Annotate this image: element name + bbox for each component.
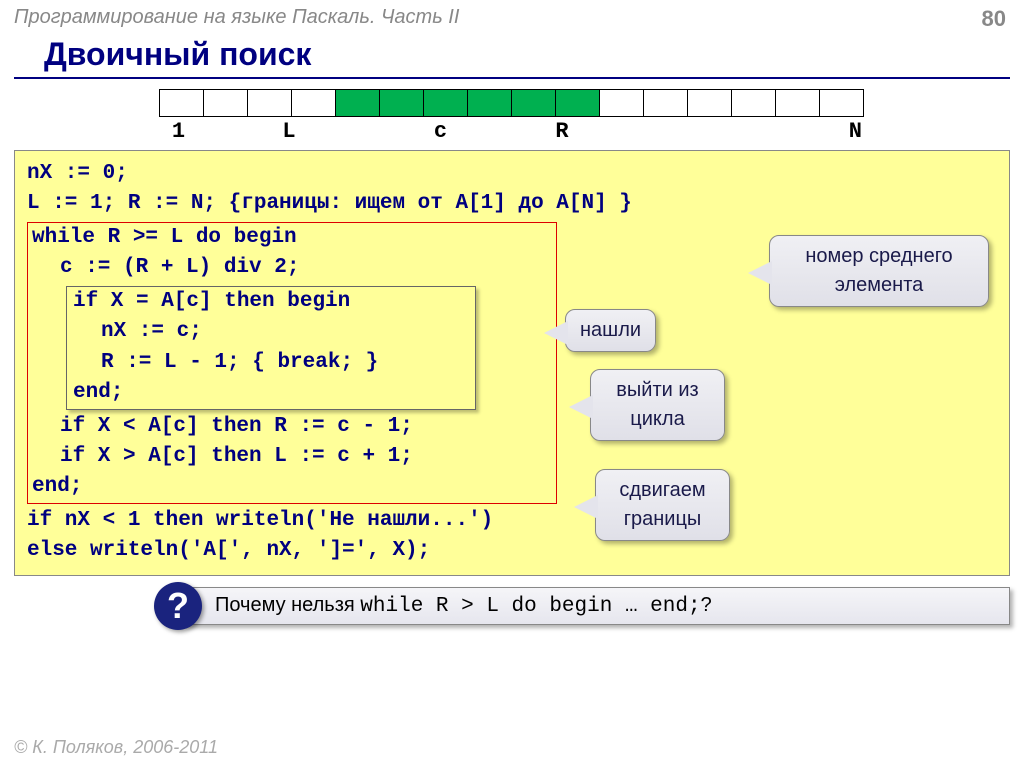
code-line-11: end; — [32, 475, 82, 498]
array-cell — [335, 89, 380, 117]
array-cell — [731, 89, 776, 117]
array-visualization: 1 L c R N — [0, 89, 1024, 144]
array-cell — [819, 89, 864, 117]
callout-found: нашли — [565, 309, 656, 352]
array-cell — [599, 89, 644, 117]
question-row: ? Почему нельзя while R > L do begin … e… — [14, 582, 1010, 630]
callout-exit-loop: выйти из цикла — [590, 369, 725, 441]
code-line-9: if X < A[c] then R := c - 1; — [32, 412, 552, 442]
code-line-6: nX := c; — [73, 317, 469, 347]
array-cells — [160, 89, 864, 117]
array-cell — [291, 89, 336, 117]
code-line-12: if nX < 1 then writeln('Не нашли...') — [27, 509, 493, 532]
slide-header: Программирование на языке Паскаль. Часть… — [0, 0, 1024, 34]
code-block: nX := 0; L := 1; R := N; {границы: ищем … — [14, 150, 1010, 576]
callout-middle-element: номер среднего элемента — [769, 235, 989, 307]
array-labels: 1 L c R N — [152, 119, 872, 144]
array-cell — [511, 89, 556, 117]
while-block-highlight: while R >= L do begin c := (R + L) div 2… — [27, 222, 557, 504]
found-block-highlight: if X = A[c] then begin nX := c; R := L -… — [66, 286, 476, 410]
code-line-4: c := (R + L) div 2; — [32, 253, 552, 283]
label-R: R — [508, 119, 616, 144]
code-line-7a: R := L - 1; — [101, 351, 252, 374]
array-cell — [643, 89, 688, 117]
code-line-1: nX := 0; — [27, 162, 128, 185]
course-title: Программирование на языке Паскаль. Часть… — [14, 6, 459, 32]
code-line-3: while R >= L do begin — [32, 226, 297, 249]
code-comment-break: { break; } — [252, 351, 378, 374]
array-cell — [687, 89, 732, 117]
array-cell — [379, 89, 424, 117]
question-mark-icon: ? — [154, 582, 202, 630]
label-N: N — [616, 119, 872, 144]
code-comment-bounds: {границы: ищем от A[1] до A[N] } — [229, 192, 632, 215]
page-number: 80 — [982, 6, 1006, 32]
label-L: L — [205, 119, 373, 144]
code-line-5: if X = A[c] then begin — [73, 290, 350, 313]
array-cell — [247, 89, 292, 117]
slide-title: Двоичный поиск — [14, 34, 1010, 79]
code-line-13: else writeln('A[', nX, ']=', X); — [27, 539, 430, 562]
array-cell — [423, 89, 468, 117]
label-c: c — [373, 119, 508, 144]
array-cell — [467, 89, 512, 117]
array-cell — [203, 89, 248, 117]
callout-shift-bounds: сдвигаем границы — [595, 469, 730, 541]
array-cell — [775, 89, 820, 117]
question-text: Почему нельзя while R > L do begin … end… — [184, 587, 1010, 625]
array-cell — [159, 89, 204, 117]
code-line-8: end; — [73, 381, 123, 404]
label-1: 1 — [152, 119, 205, 144]
code-line-10: if X > A[c] then L := c + 1; — [32, 442, 552, 472]
code-line-2a: L := 1; R := N; — [27, 192, 229, 215]
array-cell — [555, 89, 600, 117]
copyright-footer: © К. Поляков, 2006-2011 — [14, 737, 218, 758]
